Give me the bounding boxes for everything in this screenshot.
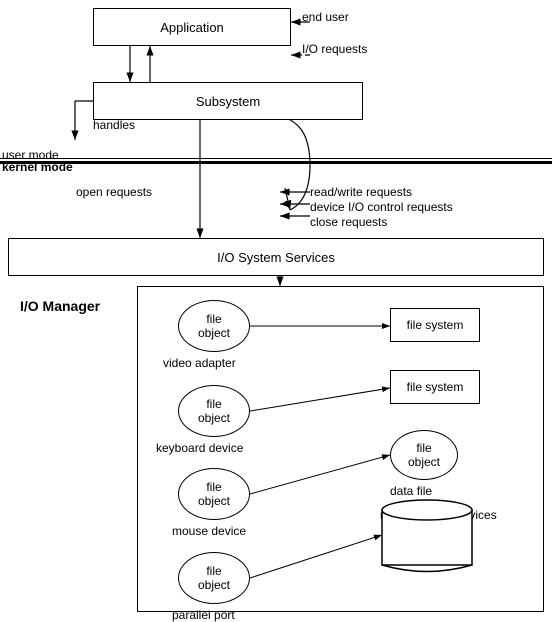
file-object-keyboard-label: fileobject [198, 397, 230, 426]
handles-label: handles [93, 118, 135, 132]
application-box: Application [93, 8, 291, 46]
file-object-data-label: fileobject [408, 441, 440, 470]
io-requests-label: I/O requests [302, 42, 367, 56]
file-object-mouse: fileobject [178, 468, 250, 520]
subsystem-box: Subsystem [93, 82, 363, 120]
file-object-video-label: fileobject [198, 312, 230, 341]
close-requests-label: close requests [310, 215, 387, 229]
video-adapter-label: video adapter [163, 356, 236, 370]
mouse-device-label: mouse device [172, 524, 246, 538]
file-object-data: fileobject [390, 430, 458, 480]
file-object-mouse-label: fileobject [198, 480, 230, 509]
file-object-parallel-label: fileobject [198, 564, 230, 593]
io-manager-label: I/O Manager [20, 298, 100, 314]
file-object-parallel: fileobject [178, 552, 250, 604]
open-requests-label: open requests [76, 185, 152, 199]
io-system-services-label: I/O System Services [217, 250, 335, 265]
mode-line-thick [0, 161, 552, 164]
file-system-1-label: file system [407, 318, 464, 332]
file-object-video: fileobject [178, 300, 250, 352]
file-system-2-label: file system [407, 380, 464, 394]
read-write-label: read/write requests [310, 185, 412, 199]
data-file-label: data file [390, 484, 432, 498]
device-io-label: device I/O control requests [310, 200, 453, 214]
file-object-keyboard: fileobject [178, 385, 250, 437]
end-user-label: end user [302, 10, 349, 24]
diagram: Application Subsystem user mode kernel m… [0, 0, 552, 620]
subsystem-label: Subsystem [196, 94, 260, 109]
keyboard-device-label: keyboard device [156, 441, 243, 455]
mode-line-thin [0, 158, 552, 159]
io-system-services-box: I/O System Services [8, 238, 544, 276]
io-manager-label-box: I/O Manager [8, 286, 138, 612]
file-system-box-2: file system [390, 370, 480, 404]
mass-storage-label: mass-storage devices [380, 508, 497, 522]
file-system-box-1: file system [390, 308, 480, 342]
application-label: Application [160, 20, 224, 35]
